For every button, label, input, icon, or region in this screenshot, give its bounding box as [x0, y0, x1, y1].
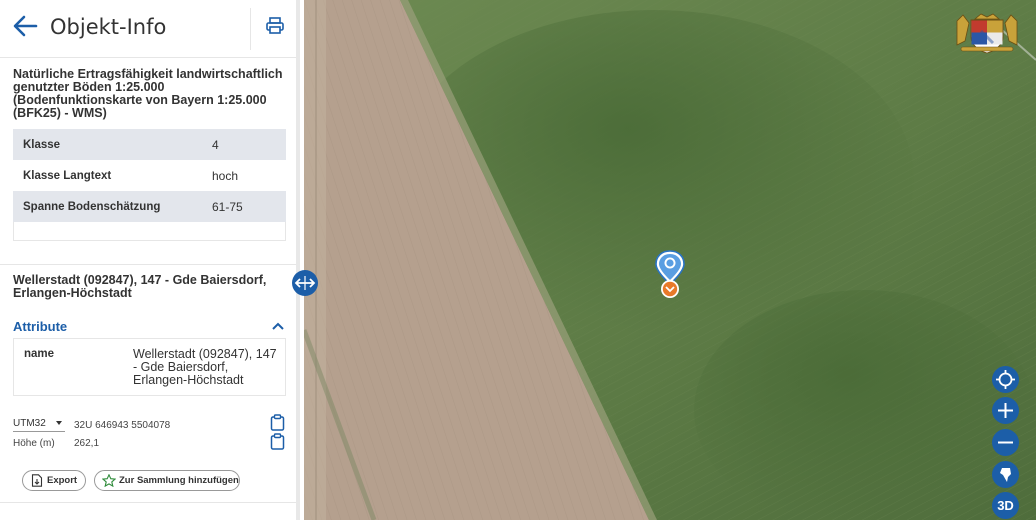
- split-view-handle[interactable]: [292, 270, 318, 296]
- attribute-toggle[interactable]: Attribute: [13, 319, 286, 335]
- table-value: 4: [212, 129, 286, 160]
- parcel-title: Wellerstadt (092847), 147 - Gde Baiersdo…: [13, 273, 267, 300]
- caret-down-icon: [56, 421, 62, 425]
- draw-location-button[interactable]: [992, 461, 1019, 488]
- attribute-heading: Attribute: [13, 319, 68, 334]
- section-divider: [0, 502, 298, 503]
- table-key: Klasse: [13, 129, 212, 160]
- zoom-in-button[interactable]: [992, 397, 1019, 424]
- object-info-panel: Objekt-Info Natürliche Ertragsfähigkeit …: [0, 0, 300, 520]
- crs-select[interactable]: UTM32: [13, 418, 65, 432]
- table-row: Klasse 4: [13, 129, 286, 160]
- table-key: Spanne Bodenschätzung: [13, 191, 212, 222]
- crs-selected: UTM32: [13, 418, 46, 429]
- table-row: Klasse Langtext hoch: [13, 160, 286, 191]
- crosshair-icon: [996, 370, 1015, 389]
- bavaria-coat-of-arms-logo: [951, 11, 1023, 55]
- star-icon: [102, 474, 116, 487]
- zoom-out-button[interactable]: [992, 429, 1019, 456]
- pin-icon: [1000, 468, 1011, 482]
- table-value: hoch: [212, 168, 239, 183]
- plus-icon: [998, 403, 1013, 418]
- section-divider: [0, 264, 298, 265]
- coordinates-value: 32U 646943 5504078: [74, 420, 171, 431]
- toggle-3d-button[interactable]: 3D: [992, 492, 1019, 519]
- copy-coordinates-icon[interactable]: [270, 414, 285, 431]
- panel-scrollbar[interactable]: [296, 0, 300, 520]
- attribute-value: Wellerstadt (092847), 147 - Gde Baiersdo…: [133, 347, 277, 387]
- height-label: Höhe (m): [13, 438, 55, 449]
- minus-icon: [998, 441, 1013, 444]
- table-frame: [13, 222, 286, 241]
- add-to-collection-label: Zur Sammlung hinzufügen: [119, 475, 239, 486]
- table-row: Spanne Bodenschätzung 61-75: [13, 191, 286, 222]
- arrow-left-icon[interactable]: [12, 14, 38, 38]
- copy-height-icon[interactable]: [270, 433, 285, 450]
- table-key: Klasse Langtext: [23, 169, 112, 182]
- locate-me-button[interactable]: [992, 366, 1019, 393]
- add-to-collection-button[interactable]: Zur Sammlung hinzufügen: [94, 470, 240, 491]
- arrows-horizontal-icon: [294, 276, 316, 290]
- feature-info-table: Klasse 4 Klasse Langtext hoch Spanne Bod…: [13, 129, 286, 222]
- header-divider: [250, 8, 251, 50]
- attribute-key: name: [24, 348, 55, 360]
- export-label: Export: [47, 475, 78, 486]
- document-export-icon: [31, 474, 43, 487]
- three-d-label: 3D: [997, 498, 1014, 513]
- chevron-up-icon: [272, 322, 284, 330]
- height-value: 262,1: [74, 438, 100, 449]
- location-marker-icon[interactable]: [655, 250, 687, 300]
- page-title: Objekt-Info: [50, 15, 167, 39]
- printer-icon[interactable]: [265, 16, 285, 36]
- attribute-table: name Wellerstadt (092847), 147 - Gde Bai…: [13, 338, 286, 396]
- layer-title: Natürliche Ertragsfähigkeit landwirtscha…: [13, 67, 283, 120]
- panel-header: Objekt-Info: [0, 0, 298, 58]
- export-button[interactable]: Export: [22, 470, 86, 491]
- table-value: 61-75: [212, 191, 286, 222]
